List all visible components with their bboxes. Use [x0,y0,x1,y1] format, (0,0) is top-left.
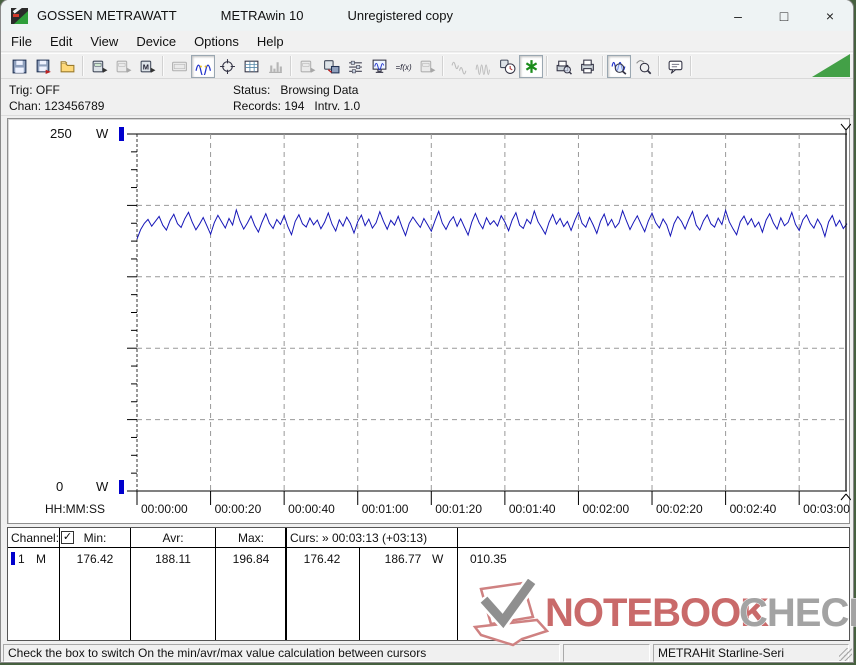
table-divider [59,528,60,640]
export-icon [295,55,319,78]
read-memory-icon[interactable]: M [135,55,159,78]
close-button[interactable]: × [807,0,853,31]
column-header-min: Min: [83,531,107,545]
column-header-avr: Avr: [162,531,184,545]
waveform-view-icon[interactable] [191,54,215,78]
time-settings-icon[interactable] [495,55,519,78]
toolbar-separator [690,56,692,76]
value-avr: 188.11 [155,552,191,566]
formula-icon[interactable]: =f(x) [391,55,415,78]
app-window: GOSSEN METRAWATT METRAwin 10 Unregistere… [1,0,856,662]
value-max: 196.84 [232,552,270,566]
read-device-icon[interactable] [87,55,111,78]
table-header-divider [8,547,849,548]
print-icon[interactable] [575,55,599,78]
svg-text:=f(x): =f(x) [395,63,411,72]
channel-number: 1 [18,552,25,566]
waveform-plot [127,123,851,505]
zoom-time-icon[interactable] [607,54,631,78]
statusbar-hint: Check the box to switch On the min/avr/m… [3,644,560,662]
menu-item-edit[interactable]: Edit [42,32,80,51]
crosshair-view-icon[interactable] [215,55,239,78]
app-icon [11,0,28,24]
table-divider [285,528,287,640]
toolbar-separator [546,56,548,76]
bargraph-view-icon [263,55,287,78]
minimize-button[interactable]: – [715,0,761,31]
green-triangle-decoration [812,54,850,77]
toolbar-separator [162,56,164,76]
statusbar-middle-panel [563,644,650,662]
title-app-name: GOSSEN METRAWATT [37,8,177,23]
chart-panel: 250 W 0 W HH:MM:SS 00:00:00 00:00:20 00:00… [7,118,851,524]
power-trace [136,208,848,240]
device-to-disk-icon[interactable] [319,55,343,78]
table-divider [215,528,216,640]
toolbar-separator [442,56,444,76]
numeric-display-icon [167,55,191,78]
column-header-channel: Channel: [11,531,60,545]
toolbar-separator [290,56,292,76]
value-cursor1: 176.42 [303,552,341,566]
dense-curves-icon [471,55,495,78]
statusbar-device-name: METRAHit Starline-Seri [653,644,849,662]
title-product-name: METRAwin 10 [220,8,304,23]
save-icon[interactable] [7,55,31,78]
channel-mode: M [36,552,46,566]
menu-item-help[interactable]: Help [249,32,292,51]
start-recording-icon[interactable] [519,54,543,78]
resize-grip[interactable] [839,648,852,661]
value-cursor2-unit: W [432,552,444,566]
channel-settings-icon[interactable] [343,55,367,78]
device-config-icon [415,55,439,78]
measurement-cursor[interactable] [840,123,851,501]
records-interval: Records: 194 Intrv. 1.0 [233,99,361,113]
toolbar: M =f(x) [1,53,853,79]
acquisition-info-panel: Trig: OFF Chan: 123456789 Status: Browsi… [1,80,853,116]
menu-item-options[interactable]: Options [186,32,247,51]
status-bar: Check the box to switch On the min/avr/m… [1,644,853,662]
compare-curves-icon [447,55,471,78]
column-header-cursor: Curs: » 00:03:13 (+03:13) [290,531,428,545]
toolbar-separator [82,56,84,76]
measurement-table: Channel: ✓ Min: Avr: Max: Curs: » 00:03:… [7,527,850,641]
column-header-max: Max: [237,531,265,545]
open-file-icon[interactable] [55,55,79,78]
menu-item-file[interactable]: File [3,32,40,51]
maximize-button[interactable]: □ [761,0,807,31]
value-extra: 010.35 [470,552,507,566]
channel-1-marker [11,552,15,565]
menu-item-device[interactable]: Device [128,32,184,51]
svg-text:M: M [142,62,148,71]
trigger-status: Trig: OFF [9,83,60,97]
value-min: 176.42 [76,552,114,566]
read-device-2-icon [111,55,135,78]
channel-list: Chan: 123456789 [9,99,105,113]
minmax-calc-checkbox[interactable]: ✓ [61,531,74,544]
table-divider [359,547,360,640]
menu-item-view[interactable]: View [82,32,126,51]
title-bar: GOSSEN METRAWATT METRAwin 10 Unregistere… [1,0,853,31]
zoom-curve-icon[interactable] [631,55,655,78]
annotation-icon[interactable] [663,55,687,78]
menu-bar: File Edit View Device Options Help [1,31,853,52]
save-as-icon[interactable] [31,55,55,78]
toolbar-separator [658,56,660,76]
toolbar-separator [602,56,604,76]
print-preview-icon[interactable] [551,55,575,78]
browse-status: Status: Browsing Data [233,83,359,97]
online-display-icon[interactable] [367,55,391,78]
table-divider [130,528,131,640]
table-divider [457,528,458,640]
table-view-icon[interactable] [239,55,263,78]
value-cursor2: 186.77 [384,552,422,566]
title-license-status: Unregistered copy [347,8,453,23]
